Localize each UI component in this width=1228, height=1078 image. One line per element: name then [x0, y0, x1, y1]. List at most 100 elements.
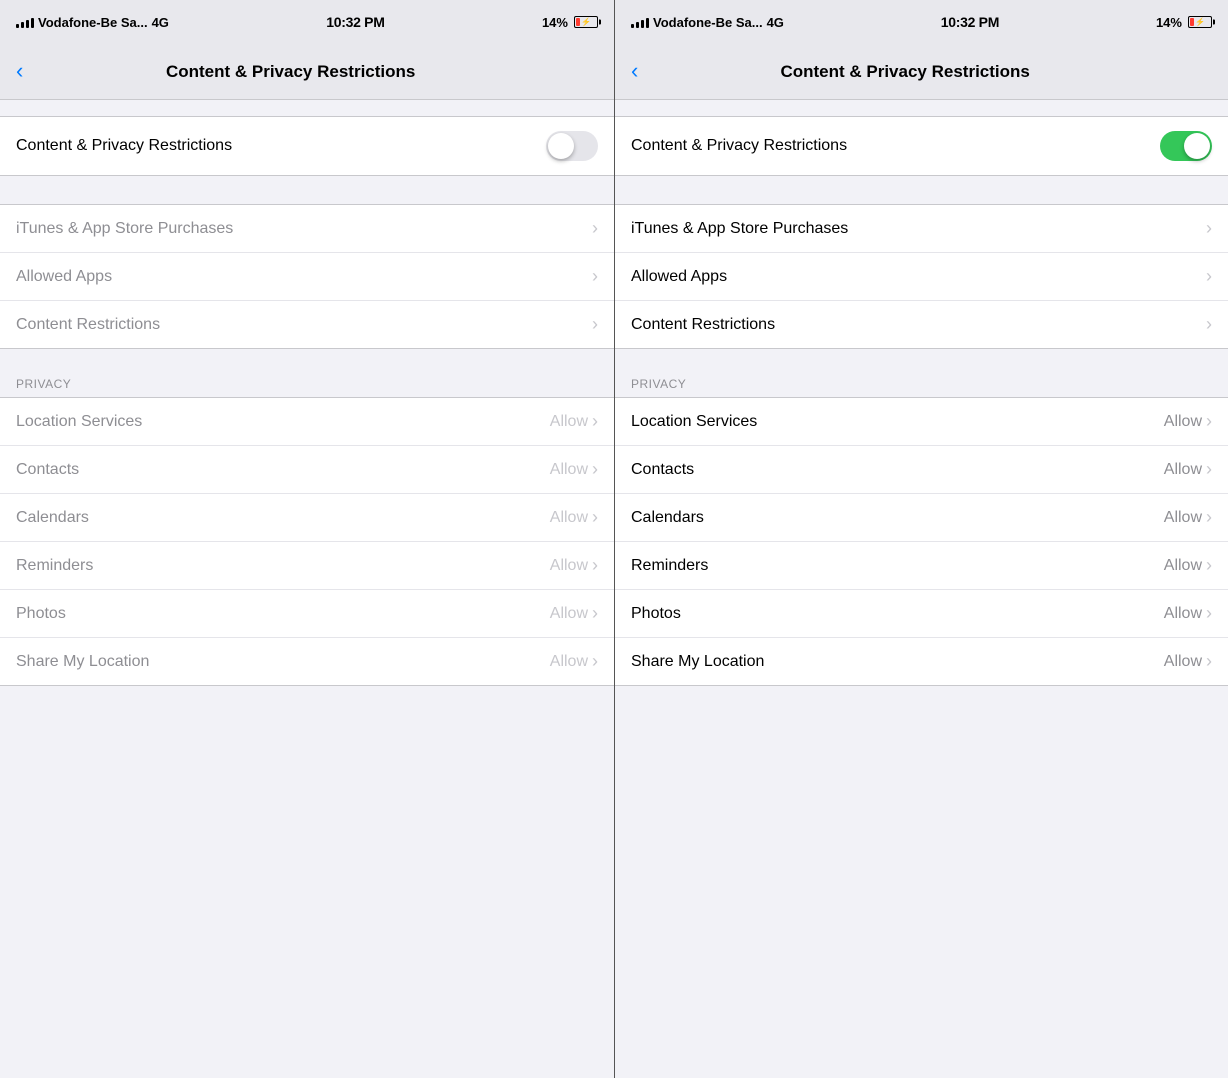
chevron-right-icon: › [1206, 555, 1212, 576]
section-header: PRIVACY [615, 377, 1228, 397]
content-privacy-toggle[interactable] [1160, 131, 1212, 161]
settings-row[interactable]: Share My Location Allow › [615, 638, 1228, 685]
section-header: PRIVACY [0, 377, 614, 397]
settings-row[interactable]: Location Services Allow › [615, 398, 1228, 446]
settings-row[interactable]: Photos Allow › [0, 590, 614, 638]
row-label: Allowed Apps [16, 268, 592, 286]
time-label: 10:32 PM [326, 14, 384, 30]
row-right: Allow › [1164, 411, 1212, 432]
signal-bars-icon [631, 16, 649, 28]
signal-bar-4 [31, 18, 34, 28]
content-privacy-toggle[interactable] [546, 131, 598, 161]
row-value: Allow [1164, 509, 1202, 527]
battery-bolt-icon: ⚡ [581, 18, 591, 27]
settings-row[interactable]: Share My Location Allow › [0, 638, 614, 685]
row-label: Content Restrictions [631, 316, 1206, 334]
nav-title: Content & Privacy Restrictions [23, 62, 558, 82]
row-right: › [592, 218, 598, 239]
settings-row[interactable]: Content Restrictions › [0, 301, 614, 348]
row-value: Allow [550, 557, 588, 575]
chevron-right-icon: › [592, 651, 598, 672]
status-right: 14% ⚡ [542, 15, 598, 30]
battery-body: ⚡ [1188, 16, 1212, 28]
signal-bar-3 [641, 20, 644, 28]
content-privacy-toggle-row: Content & Privacy Restrictions [631, 117, 1212, 175]
time-label: 10:32 PM [941, 14, 999, 30]
row-right: Allow › [1164, 651, 1212, 672]
settings-row[interactable]: Contacts Allow › [0, 446, 614, 494]
chevron-right-icon: › [1206, 314, 1212, 335]
toggle-section: Content & Privacy Restrictions [615, 116, 1228, 176]
network-label: 4G [767, 15, 784, 30]
back-chevron-icon: ‹ [16, 60, 23, 82]
row-label: Reminders [631, 557, 1164, 575]
battery-percent: 14% [542, 15, 568, 30]
settings-row[interactable]: Allowed Apps › [0, 253, 614, 301]
network-label: 4G [152, 15, 169, 30]
signal-bar-1 [631, 24, 634, 28]
chevron-right-icon: › [592, 314, 598, 335]
row-value: Allow [1164, 413, 1202, 431]
battery-fill [576, 18, 580, 26]
toggle-knob [1184, 133, 1210, 159]
signal-bar-4 [646, 18, 649, 28]
row-value: Allow [1164, 461, 1202, 479]
status-bar: Vodafone-Be Sa... 4G 10:32 PM 14% ⚡ [0, 0, 614, 44]
settings-row[interactable]: Reminders Allow › [0, 542, 614, 590]
chevron-right-icon: › [592, 507, 598, 528]
settings-row[interactable]: Content Restrictions › [615, 301, 1228, 348]
settings-row[interactable]: Photos Allow › [615, 590, 1228, 638]
chevron-right-icon: › [1206, 218, 1212, 239]
chevron-right-icon: › [1206, 603, 1212, 624]
signal-bar-2 [636, 22, 639, 28]
settings-row[interactable]: iTunes & App Store Purchases › [615, 205, 1228, 253]
section-main: iTunes & App Store Purchases › Allowed A… [615, 204, 1228, 349]
chevron-right-icon: › [592, 603, 598, 624]
settings-row[interactable]: iTunes & App Store Purchases › [0, 205, 614, 253]
toggle-label: Content & Privacy Restrictions [631, 137, 847, 155]
chevron-right-icon: › [592, 459, 598, 480]
battery-icon: ⚡ [574, 16, 598, 28]
row-right: Allow › [550, 411, 598, 432]
row-right: Allow › [1164, 507, 1212, 528]
row-label: Share My Location [631, 653, 1164, 671]
back-button[interactable]: ‹ [16, 62, 23, 82]
settings-row[interactable]: Contacts Allow › [615, 446, 1228, 494]
back-button[interactable]: ‹ [631, 62, 638, 82]
carrier-label: Vodafone-Be Sa... [653, 15, 763, 30]
section-privacy: PRIVACY Location Services Allow › Contac… [0, 377, 614, 686]
settings-row[interactable]: Calendars Allow › [0, 494, 614, 542]
settings-group-privacy: Location Services Allow › Contacts Allow… [0, 397, 614, 686]
row-value: Allow [550, 653, 588, 671]
phone-panel-right: Vodafone-Be Sa... 4G 10:32 PM 14% ⚡ ‹ Co… [614, 0, 1228, 1078]
settings-row[interactable]: Reminders Allow › [615, 542, 1228, 590]
nav-title: Content & Privacy Restrictions [638, 62, 1172, 82]
row-right: Allow › [1164, 555, 1212, 576]
section-privacy: PRIVACY Location Services Allow › Contac… [615, 377, 1228, 686]
row-label: Reminders [16, 557, 550, 575]
row-right: › [1206, 314, 1212, 335]
row-right: Allow › [550, 603, 598, 624]
settings-row[interactable]: Calendars Allow › [615, 494, 1228, 542]
signal-bars-icon [16, 16, 34, 28]
row-label: iTunes & App Store Purchases [631, 220, 1206, 238]
signal-bar-2 [21, 22, 24, 28]
chevron-right-icon: › [1206, 411, 1212, 432]
row-label: Contacts [631, 461, 1164, 479]
status-bar: Vodafone-Be Sa... 4G 10:32 PM 14% ⚡ [615, 0, 1228, 44]
row-right: Allow › [550, 459, 598, 480]
row-label: Photos [16, 605, 550, 623]
section-main: iTunes & App Store Purchases › Allowed A… [0, 204, 614, 349]
row-right: Allow › [1164, 603, 1212, 624]
status-left: Vodafone-Be Sa... 4G [16, 15, 169, 30]
row-right: Allow › [550, 651, 598, 672]
battery-fill [1190, 18, 1194, 26]
row-value: Allow [1164, 557, 1202, 575]
row-right: › [1206, 218, 1212, 239]
row-value: Allow [550, 509, 588, 527]
status-right: 14% ⚡ [1156, 15, 1212, 30]
row-label: Contacts [16, 461, 550, 479]
settings-row[interactable]: Allowed Apps › [615, 253, 1228, 301]
settings-row[interactable]: Location Services Allow › [0, 398, 614, 446]
row-value: Allow [550, 605, 588, 623]
